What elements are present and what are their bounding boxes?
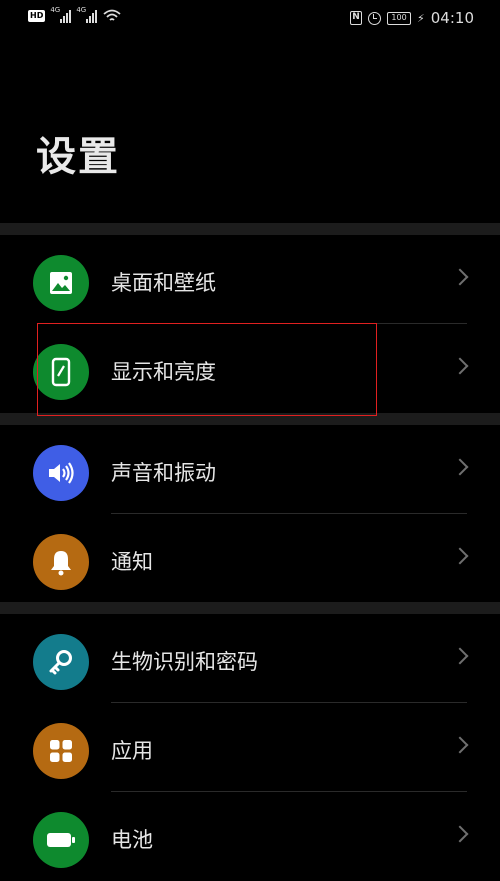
settings-item-label: 应用 [111,739,153,763]
chevron-right-icon [451,458,469,476]
key-icon [33,634,89,690]
settings-item-label: 通知 [111,550,153,574]
signal-icon: 4G [50,6,72,23]
settings-item-sound[interactable]: 声音和振动 [0,425,500,514]
chevron-right-icon [451,825,469,843]
chevron-right-icon [451,647,469,665]
settings-item-label: 电池 [111,828,153,852]
settings-item-battery[interactable]: 电池 [0,792,500,881]
status-time: 04:10 [430,9,474,27]
settings-item-wallpaper[interactable]: 桌面和壁纸 [0,235,500,324]
page-title: 设置 [36,134,120,180]
volume-icon [33,445,89,501]
hd-icon: HD [28,10,46,22]
signal-icon: 4G [76,6,98,23]
wallpaper-icon [33,255,89,311]
nfc-icon: N [350,11,363,25]
settings-item-label: 桌面和壁纸 [111,271,216,295]
settings-item-notifications[interactable]: 通知 [0,514,500,603]
section-divider [0,602,500,614]
alarm-icon [368,11,382,25]
settings-item-apps[interactable]: 应用 [0,703,500,792]
settings-item-biometrics[interactable]: 生物识别和密码 [0,614,500,703]
apps-grid-icon [33,723,89,779]
bell-icon [33,534,89,590]
chevron-right-icon [451,357,469,375]
charging-icon: ⚡ [417,11,425,25]
chevron-right-icon [451,268,469,286]
chevron-right-icon [451,736,469,754]
status-bar: HD 4G 4G N 100 ⚡ 04:10 [0,0,500,38]
settings-item-label: 生物识别和密码 [111,650,258,674]
battery-icon [33,812,89,868]
settings-item-label: 声音和振动 [111,461,216,485]
chevron-right-icon [451,547,469,565]
section-divider [0,223,500,235]
wifi-icon [103,9,121,21]
battery-icon: 100 [387,11,412,25]
highlight-box [37,323,377,416]
